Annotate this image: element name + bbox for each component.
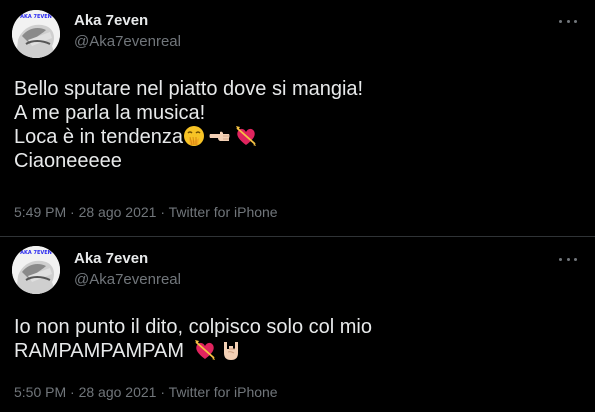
tweet-meta: 5:49 PM · 28 ago 2021 · Twitter for iPho…: [14, 204, 278, 220]
tweet-line: Io non punto il dito, colpisco solo col …: [14, 316, 372, 338]
tweet-time[interactable]: 5:49 PM: [14, 204, 66, 220]
tweet-line-text: Loca è in tendenza: [14, 126, 184, 148]
tweet-time[interactable]: 5:50 PM: [14, 384, 66, 400]
more-options-icon[interactable]: [559, 256, 577, 262]
heart-with-arrow-emoji: [236, 126, 257, 146]
meta-separator: ·: [160, 384, 166, 400]
more-options-icon[interactable]: [559, 18, 577, 24]
meta-separator: ·: [160, 204, 166, 220]
author-name[interactable]: Aka 7even: [74, 12, 148, 29]
tweet-date[interactable]: 28 ago 2021: [79, 204, 157, 220]
tweet-line: Bello sputare nel piatto dove si mangia!: [14, 78, 364, 100]
tweet-meta: 5:50 PM · 28 ago 2021 · Twitter for iPho…: [14, 384, 278, 400]
tweet-source[interactable]: Twitter for iPhone: [169, 204, 278, 220]
hand-over-mouth-emoji: [184, 126, 205, 146]
tweet-text: Bello sputare nel piatto dove si mangia!…: [14, 77, 584, 173]
author-handle[interactable]: @Aka7evenreal: [74, 33, 181, 50]
avatar[interactable]: AKA 7EVEN: [12, 246, 60, 294]
tweet-date[interactable]: 28 ago 2021: [79, 384, 157, 400]
svg-text:AKA 7EVEN: AKA 7EVEN: [20, 14, 52, 20]
tweet-line: Ciaoneeeee: [14, 150, 122, 172]
tweet-line-with-emoji: Loca è in tendenza: [14, 125, 584, 149]
tweet-line-text: RAMPAMPAMPAM: [14, 340, 185, 362]
tweet-line-with-emoji: RAMPAMPAMPAM: [14, 339, 584, 363]
heart-with-arrow-emoji: [194, 340, 215, 360]
avatar[interactable]: AKA 7EVEN: [12, 10, 60, 58]
meta-separator: ·: [70, 204, 75, 220]
sign-of-horns-emoji: [223, 342, 238, 360]
tweet-line: A me parla la musica!: [14, 102, 206, 124]
author-name[interactable]: Aka 7even: [74, 250, 148, 267]
svg-text:AKA 7EVEN: AKA 7EVEN: [20, 250, 52, 256]
tweet-divider: [0, 236, 595, 237]
tweet-source[interactable]: Twitter for iPhone: [169, 384, 278, 400]
author-handle[interactable]: @Aka7evenreal: [74, 271, 181, 288]
meta-separator: ·: [70, 384, 75, 400]
tweet-text: Io non punto il dito, colpisco solo col …: [14, 315, 584, 363]
pointing-left-emoji: [209, 131, 230, 141]
